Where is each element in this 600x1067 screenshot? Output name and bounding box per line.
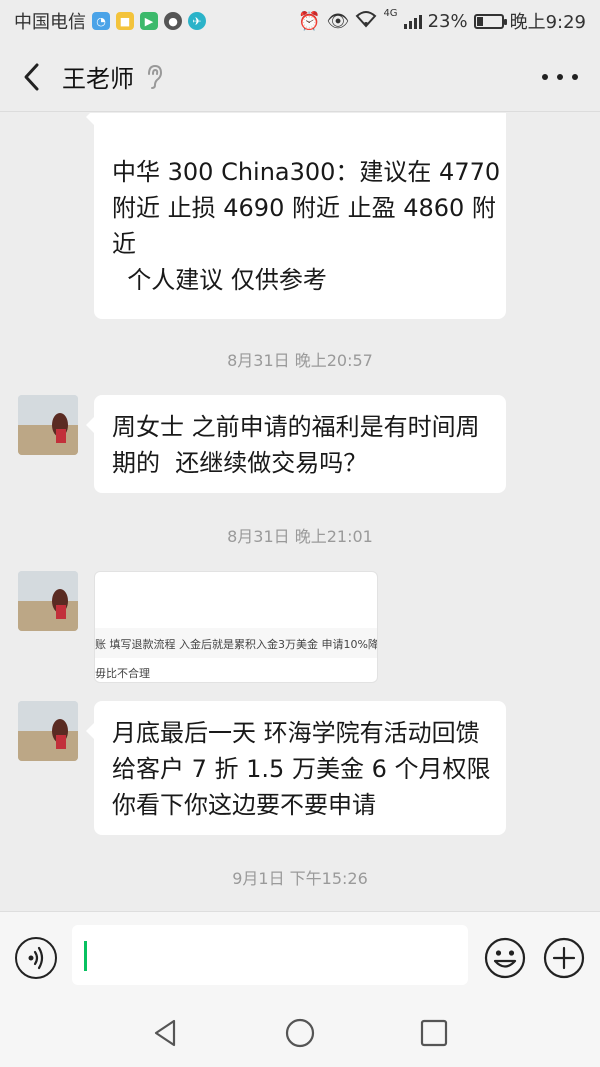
image-message[interactable]: 账 填写退款流程 入金后就是累积入金3万美金 申请10%降点红 毋比不合理 (94, 571, 378, 683)
message-line: 近 (112, 230, 136, 258)
text-cursor (84, 941, 87, 971)
message-line: 期的 还继续做交易吗？ (112, 449, 368, 477)
ear-icon (148, 64, 163, 89)
chat-header: 王老师 (0, 42, 600, 112)
avatar-photo (18, 571, 78, 631)
message-line: 你看下你这边要不要申请 (112, 791, 376, 819)
status-time: 晚上9:29 (509, 12, 586, 33)
emoji-button[interactable] (484, 937, 526, 979)
status-bar: 中国电信 ◔ ■ ▶ ● ✈ ⏰ 👁 4G 23% 晚上9:29 (0, 0, 600, 42)
system-nav-bar (0, 1001, 600, 1067)
plus-icon (543, 937, 585, 979)
message-line: 月底最后一天 环海学院有活动回馈 (112, 719, 480, 747)
chat-message-list[interactable]: 中华 300 China300：建议在 4770 附近 止损 4690 附近 止… (0, 113, 600, 911)
message-timestamp: 8月31日 晚上21:01 (227, 527, 373, 546)
chat-title: 王老师 (62, 65, 134, 93)
message-bubble[interactable]: 中华 300 China300：建议在 4770 附近 止损 4690 附近 止… (86, 113, 506, 319)
play-notification-icon: ▶ (140, 12, 158, 30)
app-notification-icon: ■ (116, 12, 134, 30)
message-line: 附近 止损 4690 附近 止盈 4860 附 (112, 194, 496, 222)
voice-icon (28, 946, 44, 970)
more-dot (572, 74, 578, 80)
message-bubble[interactable]: 月底最后一天 环海学院有活动回馈 给客户 7 折 1.5 万美金 6 个月权限 … (86, 701, 506, 835)
more-dot (542, 74, 548, 80)
eye-icon: 👁 (326, 10, 350, 32)
image-text-line: 账 填写退款流程 入金后就是累积入金3万美金 申请10%降点红 (95, 638, 378, 651)
message-timestamp: 9月1日 下午15:26 (232, 869, 368, 888)
carrier-label: 中国电信 (14, 12, 86, 33)
status-left: 中国电信 ◔ ■ ▶ ● ✈ (14, 8, 206, 34)
battery-percent: 23% (427, 10, 468, 32)
nav-recent-icon[interactable] (418, 1017, 450, 1049)
nav-back-icon[interactable] (150, 1017, 182, 1049)
status-right: ⏰ 👁 4G 23% 晚上9:29 (298, 8, 586, 34)
battery-icon (473, 13, 507, 29)
avatar[interactable] (18, 571, 78, 631)
message-timestamp: 8月31日 晚上20:57 (227, 351, 373, 370)
avatar-photo (18, 701, 78, 761)
signal-icon (403, 13, 422, 29)
back-button[interactable] (0, 42, 62, 112)
alarm-icon: ⏰ (298, 10, 321, 32)
avatar-photo (18, 395, 78, 455)
message-line: 周女士 之前申请的福利是有时间周 (112, 413, 480, 441)
message-bubble[interactable]: 周女士 之前申请的福利是有时间周 期的 还继续做交易吗？ (86, 395, 506, 493)
nav-home-icon[interactable] (284, 1017, 316, 1049)
message-line: 个人建议 仅供参考 (112, 266, 327, 294)
message-notification-icon: ● (164, 12, 182, 30)
wifi-icon (355, 10, 377, 33)
voice-button[interactable] (15, 937, 57, 979)
avatar[interactable] (18, 395, 78, 455)
message-line: 中华 300 China300：建议在 4770 (112, 158, 501, 186)
image-text-line: 毋比不合理 (95, 667, 150, 680)
more-actions-button[interactable] (543, 937, 585, 979)
emoji-icon (484, 937, 526, 979)
more-dot (557, 74, 563, 80)
network-type-label: 4G (383, 8, 398, 19)
message-input[interactable] (72, 925, 468, 985)
avatar[interactable] (18, 701, 78, 761)
app-notification-icon: ◔ (92, 12, 110, 30)
back-arrow-icon (24, 63, 39, 90)
bird-notification-icon: ✈ (188, 12, 206, 30)
input-bar (0, 911, 600, 1001)
more-button[interactable] (542, 66, 578, 88)
message-line: 给客户 7 折 1.5 万美金 6 个月权限 (112, 755, 491, 783)
